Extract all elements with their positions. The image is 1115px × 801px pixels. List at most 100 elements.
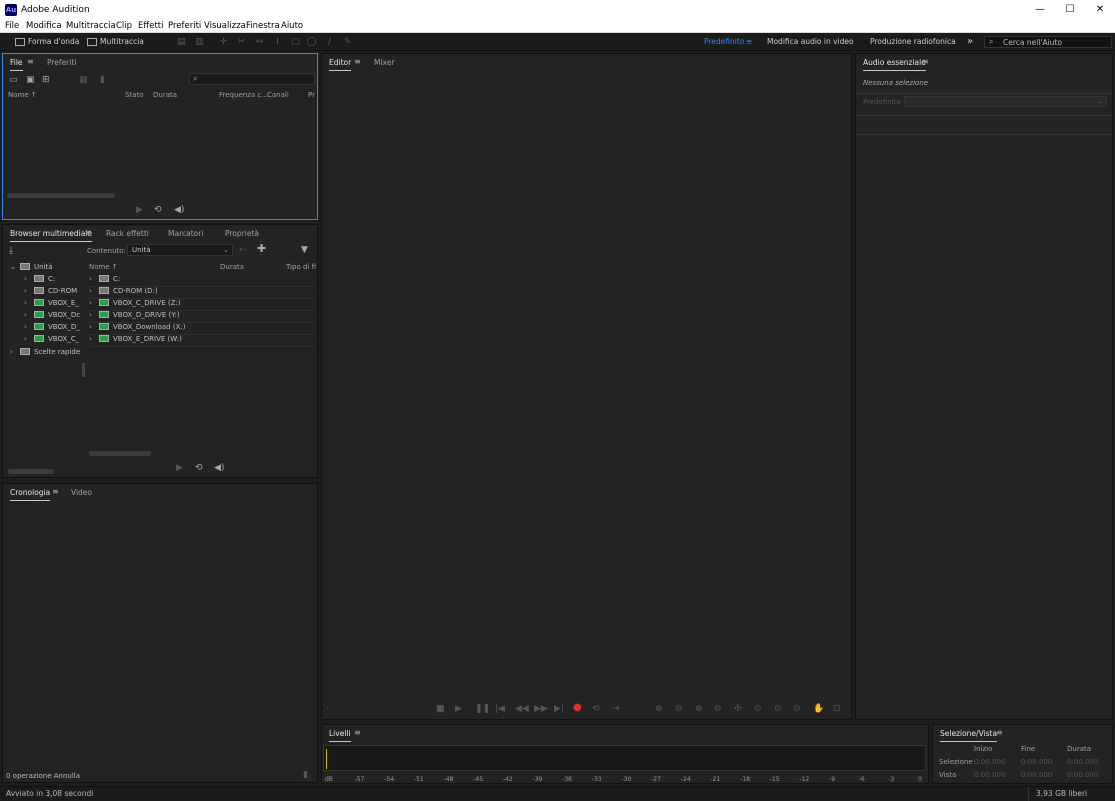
list-item[interactable]: › VBOX_C_DRIVE (Z:) <box>89 299 315 311</box>
list-item[interactable]: › CD-ROM (D:) <box>89 287 315 299</box>
file-search-input[interactable]: ⌕ <box>189 73 315 85</box>
workspace-video[interactable]: Modifica audio in video <box>767 36 854 48</box>
tab-mixer[interactable]: Mixer <box>374 58 394 67</box>
col-nome[interactable]: Nome ↑ <box>8 91 37 99</box>
tab-rack-effetti[interactable]: Rack effetti <box>106 229 149 238</box>
hand-tool-icon[interactable]: ✋ <box>813 704 824 714</box>
tree-row-vbox-e[interactable]: › VBOX_E_ <box>24 299 79 311</box>
preset-select[interactable]: ⌄ <box>904 96 1107 107</box>
menu-multitraccia[interactable]: Multitraccia <box>66 21 116 31</box>
zoom-in-amplitude-icon[interactable]: ⊕ <box>655 704 663 714</box>
zoom-in-time-icon[interactable]: ⊕ <box>695 704 703 714</box>
new-file-icon[interactable]: ⊞ <box>42 75 50 85</box>
essential-panel-menu-icon[interactable]: ≡ <box>922 57 929 66</box>
add-shortcut-icon[interactable]: ✚ <box>257 243 266 254</box>
view-duration[interactable]: 0:00.000 <box>1067 771 1098 779</box>
col-durata[interactable]: Durata <box>220 263 244 271</box>
col-tipo[interactable]: Tipo di fi <box>286 263 316 271</box>
record-icon[interactable]: ● <box>573 703 582 713</box>
view-end[interactable]: 0:00.000 <box>1021 771 1052 779</box>
multitrack-view-button[interactable]: Multitraccia <box>84 36 144 48</box>
more-workspaces-icon[interactable]: » <box>967 36 973 48</box>
horizontal-scrollbar[interactable] <box>7 193 115 198</box>
zoom-right-icon[interactable]: ⊙ <box>793 704 801 714</box>
tab-selezione-vista[interactable]: Selezione/Vista <box>940 729 998 742</box>
tab-file[interactable]: File <box>10 58 23 71</box>
fast-forward-icon[interactable]: ▶▶ <box>534 704 548 714</box>
loop-icon[interactable]: ⟲ <box>592 704 600 714</box>
tree-row-scelte-rapide[interactable]: › Scelte rapide <box>10 348 80 360</box>
menu-aiuto[interactable]: Aiuto <box>281 21 303 31</box>
tab-cronologia[interactable]: Cronologia <box>10 488 51 501</box>
maximize-button[interactable]: ☐ <box>1055 0 1085 20</box>
minimize-button[interactable]: — <box>1025 0 1055 20</box>
zoom-reset-icon[interactable]: ⊡ <box>833 704 841 714</box>
rewind-icon[interactable]: ◀◀ <box>515 704 529 714</box>
list-item[interactable]: › VBOX_Download (X:) <box>89 323 315 335</box>
tree-row-vbox-d[interactable]: › VBOX_D_ <box>24 323 80 335</box>
list-item[interactable]: › VBOX_D_DRIVE (Y:) <box>89 311 315 323</box>
selection-duration[interactable]: 0:00.000 <box>1067 758 1098 766</box>
menu-effetti[interactable]: Effetti <box>138 21 163 31</box>
tab-audio-essenziale[interactable]: Audio essenziale <box>863 58 926 71</box>
editor-panel-menu-icon[interactable]: ≡ <box>354 57 361 66</box>
col-durata[interactable]: Durata <box>153 91 177 99</box>
col-stato[interactable]: Stato <box>125 91 144 99</box>
pause-icon[interactable]: ❚❚ <box>475 704 490 714</box>
workspace-predefinito[interactable]: Predefinito <box>704 36 744 48</box>
loop-icon[interactable]: ⟲ <box>195 463 203 473</box>
history-panel-menu-icon[interactable]: ≡ <box>52 487 59 496</box>
menu-modifica[interactable]: Modifica <box>26 21 62 31</box>
tab-livelli[interactable]: Livelli <box>329 729 351 742</box>
tree-row-vbox-c[interactable]: › VBOX_C_ <box>24 335 79 347</box>
view-start[interactable]: 0:00.000 <box>974 771 1005 779</box>
loop-icon[interactable]: ⟲ <box>154 205 162 215</box>
filter-icon[interactable]: ▼ <box>301 245 308 255</box>
workspace-radio[interactable]: Produzione radiofonica <box>870 36 956 48</box>
close-button[interactable]: ✕ <box>1085 0 1115 20</box>
content-select[interactable]: Unità ⌄ <box>127 244 233 256</box>
tree-row-c[interactable]: › C: <box>24 275 55 287</box>
menu-clip[interactable]: Clip <box>116 21 132 31</box>
tree-row-vbox-download[interactable]: › VBOX_Dc <box>24 311 80 323</box>
media-panel-menu-icon[interactable]: ≡ <box>85 228 92 237</box>
zoom-out-time-icon[interactable]: ⊖ <box>714 704 722 714</box>
col-nome[interactable]: Nome ↑ <box>89 263 118 271</box>
tree-row-unita[interactable]: ⌄ Unità <box>10 263 53 275</box>
workspace-menu-icon[interactable]: ≡ <box>746 36 752 48</box>
import-icon[interactable]: ▣ <box>26 75 35 85</box>
tab-browser-multimediale[interactable]: Browser multimediale <box>10 229 93 242</box>
skip-start-icon[interactable]: |◀ <box>495 704 505 714</box>
download-icon[interactable]: ⤓ <box>9 246 13 256</box>
file-panel-menu-icon[interactable]: ≡ <box>27 57 34 66</box>
selection-start[interactable]: 0:00.000 <box>974 758 1005 766</box>
open-folder-icon[interactable]: ▭ <box>9 75 18 85</box>
zoom-left-icon[interactable]: ⊙ <box>774 704 782 714</box>
list-scrollbar[interactable] <box>89 451 151 456</box>
zoom-out-amplitude-icon[interactable]: ⊖ <box>675 704 683 714</box>
waveform-view-button[interactable]: Forma d'onda <box>12 36 79 48</box>
col-pr[interactable]: Pr <box>308 91 315 99</box>
play-icon[interactable]: ▶ <box>455 704 462 714</box>
splitter-handle[interactable] <box>82 363 85 377</box>
list-item[interactable]: › VBOX_E_DRIVE (W:) <box>89 335 315 347</box>
menu-preferiti[interactable]: Preferiti <box>168 21 201 31</box>
menu-visualizza[interactable]: Visualizza <box>204 21 246 31</box>
selection-panel-menu-icon[interactable]: ≡ <box>996 728 1003 737</box>
col-frequenza[interactable]: Frequenza c... <box>219 91 268 99</box>
skip-selection-icon[interactable]: ⇥ <box>612 704 620 714</box>
levels-panel-menu-icon[interactable]: ≡ <box>354 728 361 737</box>
help-search-input[interactable]: ⌕ Cerca nell'Aiuto <box>984 36 1112 48</box>
menu-finestra[interactable]: Finestra <box>246 21 280 31</box>
selection-end[interactable]: 0:00.000 <box>1021 758 1052 766</box>
tree-scrollbar[interactable] <box>8 469 54 474</box>
tab-video[interactable]: Video <box>71 488 92 497</box>
zoom-selection-icon[interactable]: ⊙ <box>754 704 762 714</box>
tab-preferiti[interactable]: Preferiti <box>47 58 76 67</box>
list-item[interactable]: › C: <box>89 275 315 287</box>
stop-icon[interactable]: ■ <box>436 704 445 714</box>
col-canali[interactable]: Canali <box>267 91 289 99</box>
tab-proprieta[interactable]: Proprietà <box>225 229 259 238</box>
autoplay-icon[interactable]: ◀) <box>214 463 224 473</box>
menu-file[interactable]: File <box>5 21 19 31</box>
